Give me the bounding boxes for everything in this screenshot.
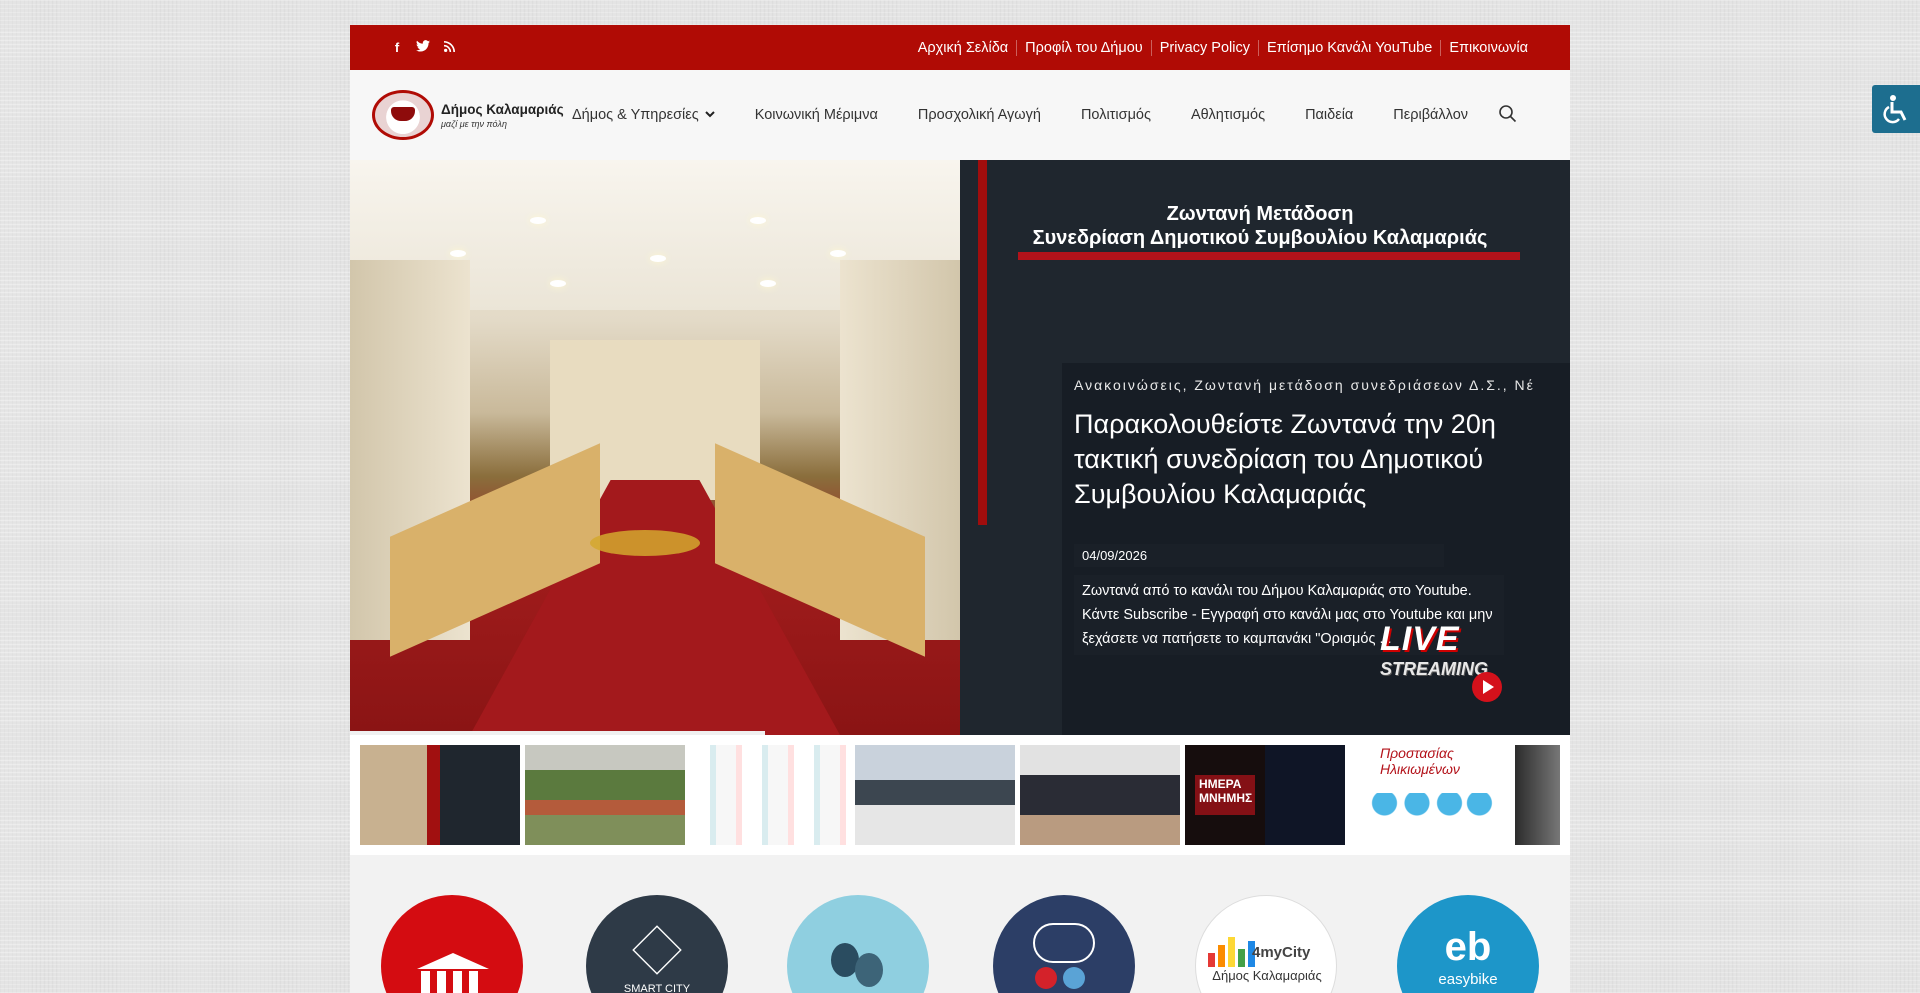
facebook-icon[interactable]: f	[390, 40, 404, 55]
nav-item-sports[interactable]: Αθλητισμός	[1191, 107, 1265, 123]
service-citizens[interactable]	[787, 895, 929, 993]
bar-chart-icon	[1208, 931, 1255, 967]
service-municipality[interactable]	[381, 895, 523, 993]
nav-item-municipality[interactable]: Δήμος & Υπηρεσίες	[572, 107, 715, 123]
building-icon	[417, 953, 489, 993]
logo-name: Δήμος Καλαμαριάς	[441, 101, 564, 117]
top-links: Αρχική Σελίδα Προφίλ του Δήμου Privacy P…	[910, 39, 1528, 56]
thumbnail-1[interactable]	[360, 745, 520, 845]
slide-date: 04/09/2026	[1074, 544, 1444, 567]
nav-item-preschool[interactable]: Προσχολική Αγωγή	[918, 107, 1041, 123]
site-header: Δήμος Καλαμαριάς μαζί με την πόλη Δήμος …	[350, 70, 1570, 160]
top-bar: f Αρχική Σελίδα Προφίλ του Δήμου Privacy…	[350, 25, 1570, 70]
search-icon[interactable]	[1498, 104, 1518, 124]
chat-bubbles-icon	[1033, 923, 1095, 963]
play-icon	[1472, 672, 1502, 702]
main-nav: Δήμος & Υπηρεσίες Κοινωνική Μέριμνα Προσ…	[572, 107, 1508, 123]
rss-icon[interactable]	[442, 40, 456, 55]
thumbnail-3[interactable]	[690, 745, 850, 845]
thumbnail-5[interactable]	[1020, 745, 1180, 845]
link-youtube[interactable]: Επίσημο Κανάλι YouTube	[1257, 39, 1440, 56]
thumbnail-7[interactable]: Προστασίας Ηλικιωμένων	[1350, 745, 1510, 845]
slide-progress-bar	[350, 731, 765, 735]
thumbnail-2[interactable]	[525, 745, 685, 845]
link-home[interactable]: Αρχική Σελίδα	[910, 40, 1016, 56]
accessibility-button[interactable]	[1872, 85, 1920, 133]
link-privacy[interactable]: Privacy Policy	[1150, 39, 1258, 56]
thumbnail-8[interactable]	[1515, 745, 1560, 845]
bike-logo-icon: eb	[1444, 925, 1492, 969]
chevron-down-icon	[704, 109, 715, 121]
hero-slider[interactable]: Ζωντανή Μετάδοση Συνεδρίαση Δημοτικού Συ…	[350, 160, 1570, 735]
social-links: f	[390, 40, 456, 55]
services-row: SMART CITY 4myCity Δήμος Καλαμαριάς eb e…	[350, 855, 1570, 993]
twitter-icon[interactable]	[416, 40, 430, 55]
nav-item-education[interactable]: Παιδεία	[1305, 107, 1353, 123]
council-chamber-image	[350, 160, 960, 735]
site-logo[interactable]: Δήμος Καλαμαριάς μαζί με την πόλη	[372, 90, 572, 140]
slider-thumbnails: ΗΜΕΡΑ ΜΝΗΜΗΣ Προστασίας Ηλικιωμένων	[350, 735, 1570, 855]
nav-item-culture[interactable]: Πολιτισμός	[1081, 107, 1151, 123]
link-contact[interactable]: Επικοινωνία	[1440, 39, 1528, 56]
service-easybike[interactable]: eb easybike	[1397, 895, 1539, 993]
link-profile[interactable]: Προφίλ του Δήμου	[1016, 39, 1151, 56]
logo-emblem-icon	[372, 90, 434, 140]
thumbnail-4[interactable]	[855, 745, 1015, 845]
service-communication[interactable]	[993, 895, 1135, 993]
nav-item-social-care[interactable]: Κοινωνική Μέριμνα	[755, 107, 878, 123]
thumbnail-6[interactable]: ΗΜΕΡΑ ΜΝΗΜΗΣ	[1185, 745, 1345, 845]
service-4mycity[interactable]: 4myCity Δήμος Καλαμαριάς	[1195, 895, 1337, 993]
logo-tagline: μαζί με την πόλη	[441, 118, 507, 129]
live-streaming-badge: LIVE STREAMING	[1380, 620, 1488, 679]
smart-city-icon	[632, 925, 682, 975]
nav-item-environment[interactable]: Περιβάλλον	[1393, 107, 1468, 123]
banner-title: Ζωντανή Μετάδοση Συνεδρίαση Δημοτικού Συ…	[1032, 203, 1488, 249]
page-wrapper: f Αρχική Σελίδα Προφίλ του Δήμου Privacy…	[350, 25, 1570, 993]
wheelchair-icon	[1883, 95, 1907, 124]
slide-categories[interactable]: Ανακοινώσεις, Ζωντανή μετάδοση συνεδριάσ…	[1074, 377, 1570, 393]
slide-headline[interactable]: Παρακολουθείστε Ζωντανά την 20η τακτική …	[1074, 407, 1544, 512]
service-smart-city[interactable]: SMART CITY	[586, 895, 728, 993]
people-icon	[827, 943, 887, 993]
